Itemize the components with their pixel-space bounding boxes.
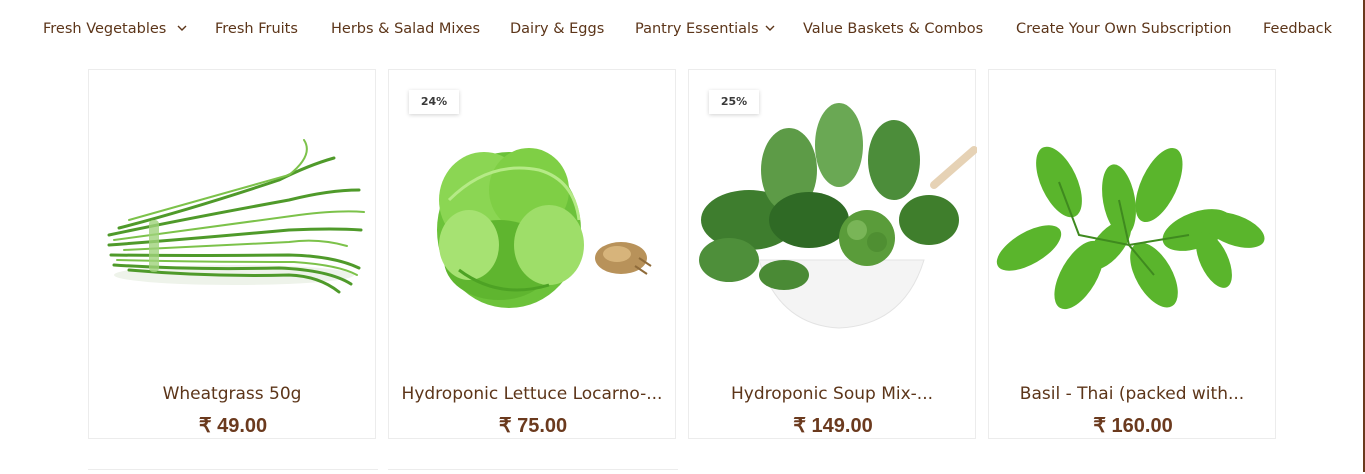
nav-feedback[interactable]: Feedback (1263, 21, 1332, 37)
nav-fresh-vegetables[interactable]: Fresh Vegetables (43, 21, 166, 37)
product-name[interactable]: Wheatgrass 50g (99, 384, 365, 404)
product-card[interactable]: Wheatgrass 50g ₹ 49.00 (88, 69, 376, 439)
nav-dairy-eggs[interactable]: Dairy & Eggs (510, 21, 604, 37)
product-price: ₹ 49.00 (198, 415, 268, 437)
nav-create-subscription[interactable]: Create Your Own Subscription (1016, 21, 1232, 37)
product-card[interactable]: 25% Hydroponic Soup Mix-... ₹ 149.00 (688, 69, 977, 439)
nav-value-baskets[interactable]: Value Baskets & Combos (803, 21, 983, 37)
category-nav: Fresh Vegetables Fresh Fruits Herbs & Sa… (0, 0, 1365, 60)
nav-fresh-fruits[interactable]: Fresh Fruits (215, 21, 298, 37)
chevron-down-icon[interactable] (177, 24, 189, 34)
product-name[interactable]: Hydroponic Soup Mix-... (699, 384, 965, 404)
discount-badge: 25% (709, 90, 759, 114)
lettuce-image[interactable] (389, 70, 677, 370)
product-price: ₹ 75.00 (498, 415, 568, 437)
product-card[interactable]: Basil - Thai (packed with... ₹ 160.00 (988, 69, 1276, 439)
wheatgrass-image[interactable] (89, 70, 377, 370)
nav-pantry-essentials[interactable]: Pantry Essentials (635, 21, 759, 37)
discount-badge: 24% (409, 90, 459, 114)
product-name[interactable]: Basil - Thai (packed with... (999, 384, 1265, 404)
soup-mix-image[interactable] (689, 70, 977, 370)
chevron-down-icon[interactable] (765, 24, 777, 34)
product-card[interactable]: 24% Hydroponic Lettuce Locarno-... ₹ 75.… (388, 69, 676, 439)
product-price: ₹ 149.00 (793, 415, 873, 437)
thai-basil-image[interactable] (989, 70, 1277, 370)
product-price: ₹ 160.00 (1093, 415, 1173, 437)
product-name[interactable]: Hydroponic Lettuce Locarno-... (399, 384, 665, 404)
nav-herbs-salad[interactable]: Herbs & Salad Mixes (331, 21, 480, 37)
